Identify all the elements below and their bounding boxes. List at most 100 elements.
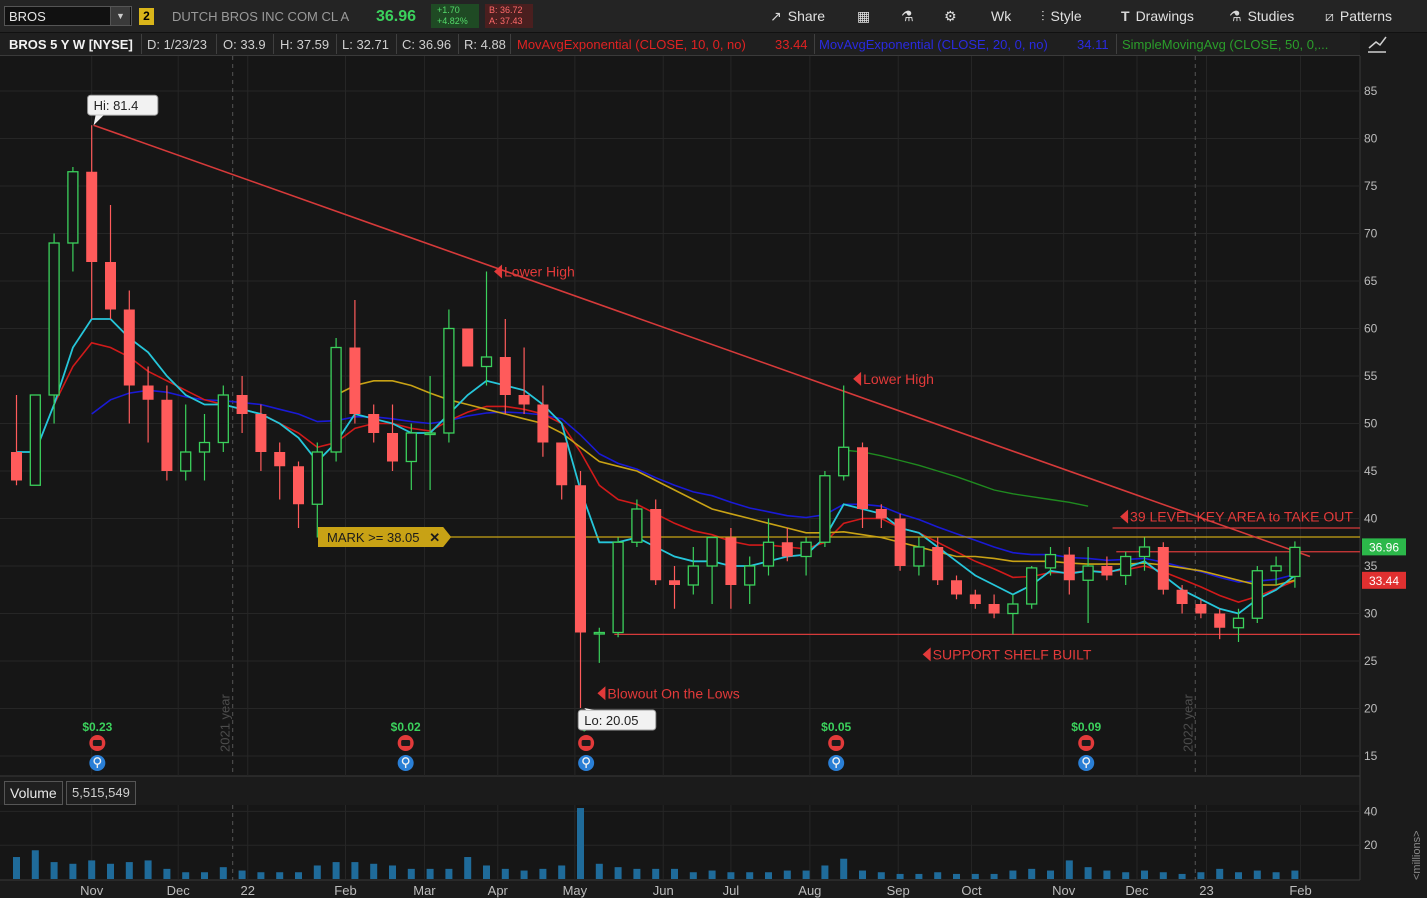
price-tick-label: 35 [1364, 559, 1378, 573]
volume-bar [1047, 870, 1054, 879]
time-tick-label: 23 [1199, 883, 1213, 898]
volume-bar [652, 868, 660, 879]
volume-bar [464, 857, 472, 879]
candle-body [368, 414, 380, 433]
candle-body [1101, 566, 1113, 576]
price-tick-label: 25 [1364, 654, 1378, 668]
year-label: 2021 year [218, 694, 233, 752]
price-tick-label: 85 [1364, 84, 1378, 98]
volume-bar [389, 865, 396, 879]
candle-body [706, 536, 718, 567]
mark-label: MARK >= 38.05 [327, 530, 420, 545]
candle-body [499, 357, 511, 395]
candle-body [424, 432, 436, 436]
volume-bar [1178, 873, 1186, 879]
volume-bar [1141, 870, 1148, 879]
time-tick-label: Jul [723, 883, 740, 898]
annotation-text: Lower High [863, 371, 934, 387]
volume-bar [1159, 872, 1167, 879]
time-tick-label: Aug [798, 883, 821, 898]
earnings-icon-detail [831, 740, 841, 746]
volume-bar [1084, 867, 1092, 879]
volume-bar [671, 868, 678, 879]
volume-bar [31, 850, 39, 879]
candle-body [857, 447, 868, 509]
earnings-icon-detail [581, 740, 591, 746]
volume-bar [765, 872, 772, 879]
annotation-text: 39 LEVEL KEY AREA to TAKE OUT [1130, 509, 1353, 525]
annotation-text: SUPPORT SHELF BUILT [933, 646, 1092, 662]
volume-bar [1009, 870, 1017, 879]
volume-bar [219, 867, 227, 879]
time-tick-label: Dec [1125, 883, 1149, 898]
candle-body [1044, 553, 1057, 569]
volume-bar [1103, 870, 1111, 879]
candle-body [518, 395, 530, 405]
mark-close-icon: ✕ [429, 530, 440, 545]
candle-body [744, 565, 756, 586]
price-chart[interactable]: 2021 year 2022 year 15 20 25 30 35 40 45 50 55 60 6… [0, 0, 1427, 898]
volume-bar [125, 862, 133, 879]
volume-bar [971, 873, 979, 879]
volume-bar [614, 867, 622, 879]
candle-body [67, 171, 79, 244]
candle-body [405, 432, 417, 463]
volume-chart-background [0, 805, 1360, 880]
volume-bar [445, 868, 453, 879]
volume-bar [1253, 870, 1261, 879]
volume-bar [313, 865, 321, 879]
candle-body [800, 541, 812, 558]
volume-bar [727, 872, 735, 879]
candle-body [180, 451, 192, 472]
candle-body [631, 508, 643, 543]
price-tick-label: 20 [1364, 702, 1378, 716]
volume-bar [990, 873, 998, 879]
volume-label[interactable]: Volume [4, 781, 63, 805]
candle-body [913, 546, 925, 567]
dividend-label: $0.09 [1071, 720, 1101, 734]
price-tick-label: 75 [1364, 179, 1378, 193]
candle-body [1157, 547, 1169, 590]
volume-bar [182, 872, 190, 879]
candle-body [781, 542, 793, 557]
volume-bar [1291, 870, 1299, 879]
price-tick-label: 40 [1364, 512, 1378, 526]
expand-icon[interactable] [1368, 36, 1387, 53]
volume-bar [1216, 868, 1224, 879]
volume-bar [1235, 872, 1242, 879]
volume-bar [163, 868, 171, 879]
volume-bar [859, 870, 866, 879]
expand-icon-line [1368, 36, 1387, 49]
volume-bar [501, 868, 509, 879]
candle-body [575, 485, 586, 633]
volume-value: 5,515,549 [66, 781, 136, 805]
candle-body [1232, 617, 1245, 629]
dividend-label: $0.23 [82, 720, 112, 734]
candle-body [311, 451, 323, 505]
volume-bar [332, 862, 340, 879]
candle-body [687, 565, 699, 586]
candle-body [1120, 555, 1132, 577]
volume-bar [351, 862, 359, 879]
volume-bar [238, 870, 246, 879]
volume-bar [783, 870, 791, 879]
candle-body [443, 327, 455, 434]
volume-bar [69, 863, 77, 879]
candle-body [1270, 565, 1282, 572]
time-tick-label: Dec [167, 883, 191, 898]
volume-bar [915, 873, 923, 879]
volume-tick-label: 20 [1364, 838, 1378, 852]
volume-bar [50, 862, 58, 879]
volume-bar [934, 872, 942, 879]
volume-bar [276, 872, 284, 879]
price-tick-label: 15 [1364, 749, 1378, 763]
annotation-text: Lower High [504, 264, 575, 280]
candle-body [1195, 604, 1207, 614]
earnings-icon-detail [401, 740, 411, 746]
volume-bar [821, 865, 829, 879]
candle-body [330, 346, 342, 453]
price-tick-label: 80 [1364, 132, 1378, 146]
candle-body [894, 518, 906, 566]
candle-body [669, 580, 680, 585]
candle-body [650, 509, 662, 581]
